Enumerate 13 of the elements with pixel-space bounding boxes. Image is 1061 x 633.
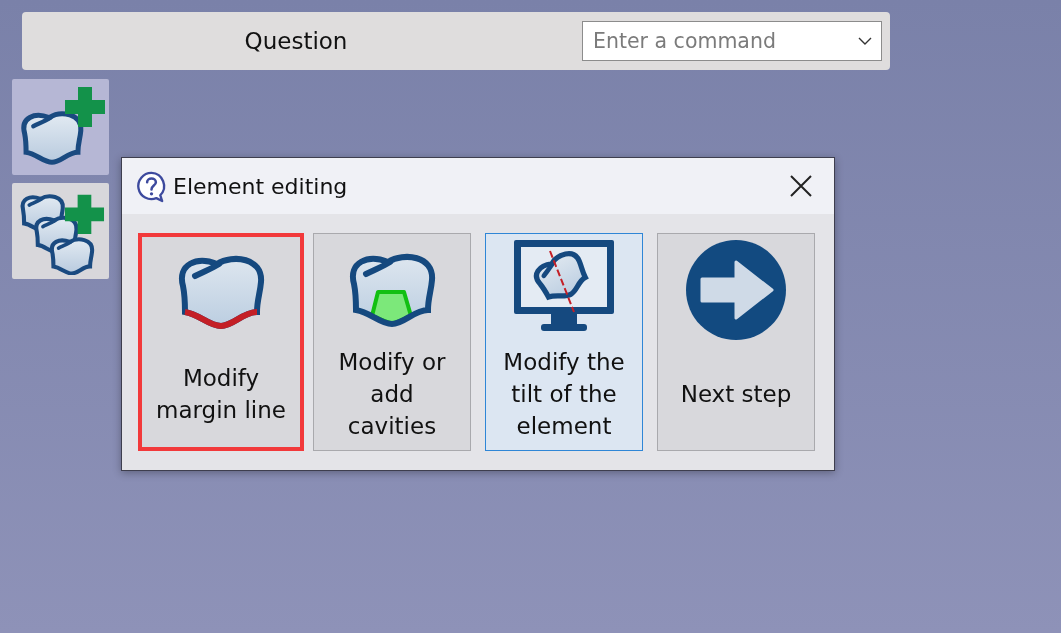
option-button[interactable]: Next step: [657, 233, 815, 451]
tool-button[interactable]: [12, 183, 109, 279]
dialog-title: Element editing: [173, 173, 348, 199]
tool-button[interactable]: [12, 79, 109, 175]
close-icon: [790, 175, 812, 197]
help-icon: [135, 169, 168, 203]
header-title: Question: [243, 28, 349, 54]
option-button[interactable]: Modify or add cavities: [313, 233, 471, 451]
option-button[interactable]: Modify margin line: [138, 233, 304, 451]
chevron-down-icon[interactable]: [858, 37, 872, 45]
arrow-right-circle-icon: [686, 240, 786, 340]
command-dropdown[interactable]: Enter a command: [582, 21, 882, 61]
option-button[interactable]: Modify the tilt of the element: [485, 233, 643, 451]
